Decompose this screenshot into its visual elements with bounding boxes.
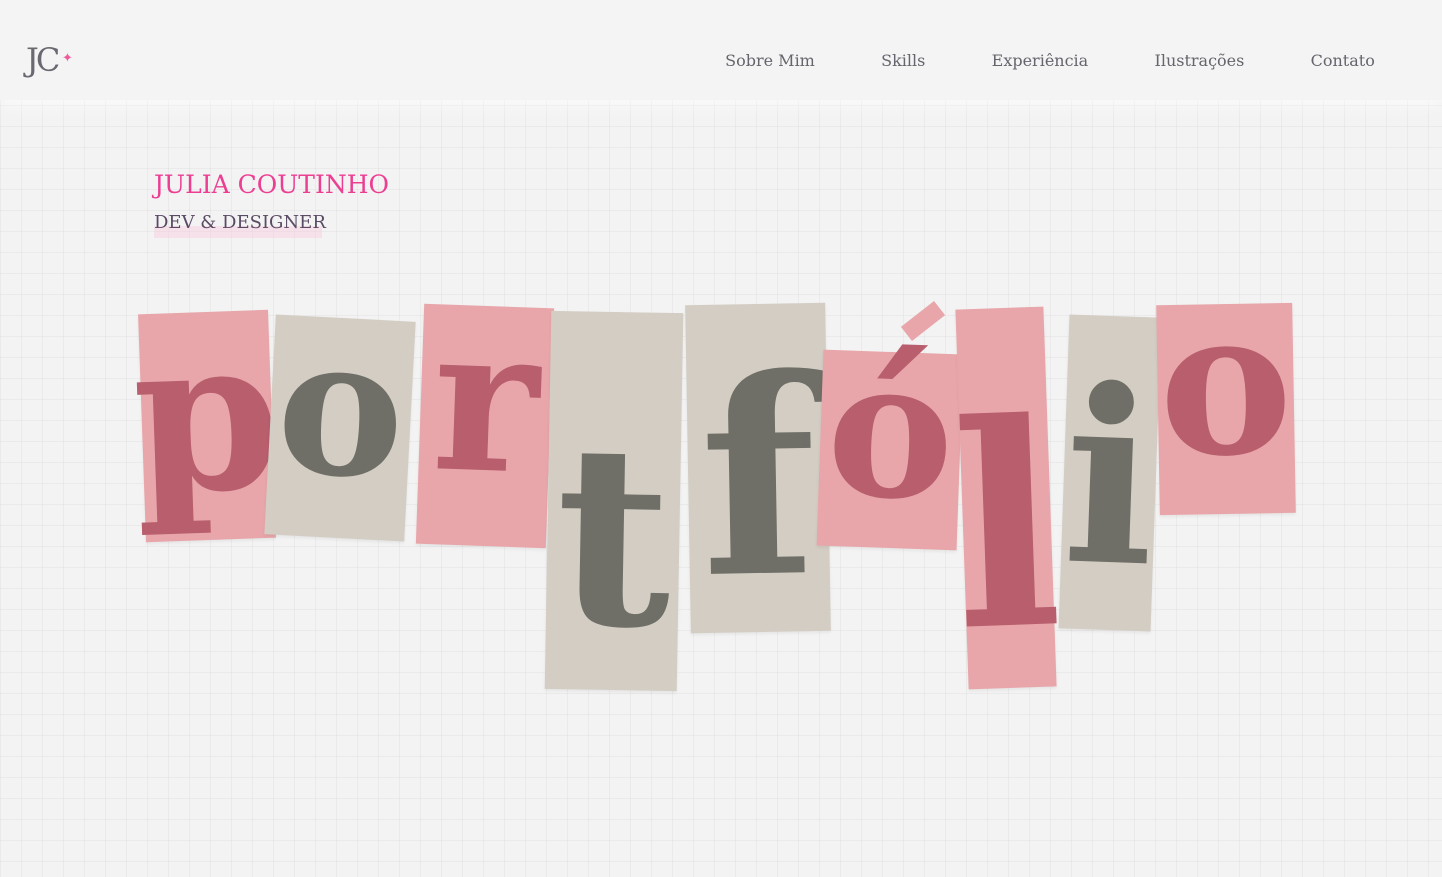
nav-item-skills[interactable]: Skills	[881, 51, 925, 70]
site-header: JC ✦ Sobre Mim Skills Experiência Ilustr…	[0, 0, 1442, 100]
nav-item-experiencia[interactable]: Experiência	[992, 51, 1089, 70]
logo-monogram: JC	[26, 41, 60, 79]
hero-role: DEV & DESIGNER	[154, 212, 326, 233]
collage-letter-t: t	[544, 310, 684, 692]
collage-letter-f: f	[685, 302, 831, 638]
collage-letter-r: r	[415, 281, 555, 549]
nav-item-ilustracoes[interactable]: Ilustrações	[1155, 51, 1245, 70]
collage-letter-o2: o	[1156, 265, 1296, 516]
hero-name: JULIA COUTINHO	[154, 170, 389, 199]
collage-letter-i: i	[1058, 314, 1162, 632]
collage-letter-p: p	[128, 289, 285, 543]
collage-accent-mark	[900, 300, 946, 342]
logo[interactable]: JC ✦	[26, 38, 73, 82]
nav-item-sobre-mim[interactable]: Sobre Mim	[725, 51, 815, 70]
nav-item-contato[interactable]: Contato	[1311, 51, 1375, 70]
collage-letter-o1: o	[264, 293, 416, 542]
collage-letter-o-acute: ó	[816, 316, 964, 551]
collage-letter-l: l	[948, 306, 1066, 694]
sparkle-icon: ✦	[62, 51, 73, 66]
main-nav: Sobre Mim Skills Experiência Ilustrações…	[692, 44, 1408, 76]
portfolio-title-collage: p o r t f ó l i o	[0, 0, 1442, 877]
